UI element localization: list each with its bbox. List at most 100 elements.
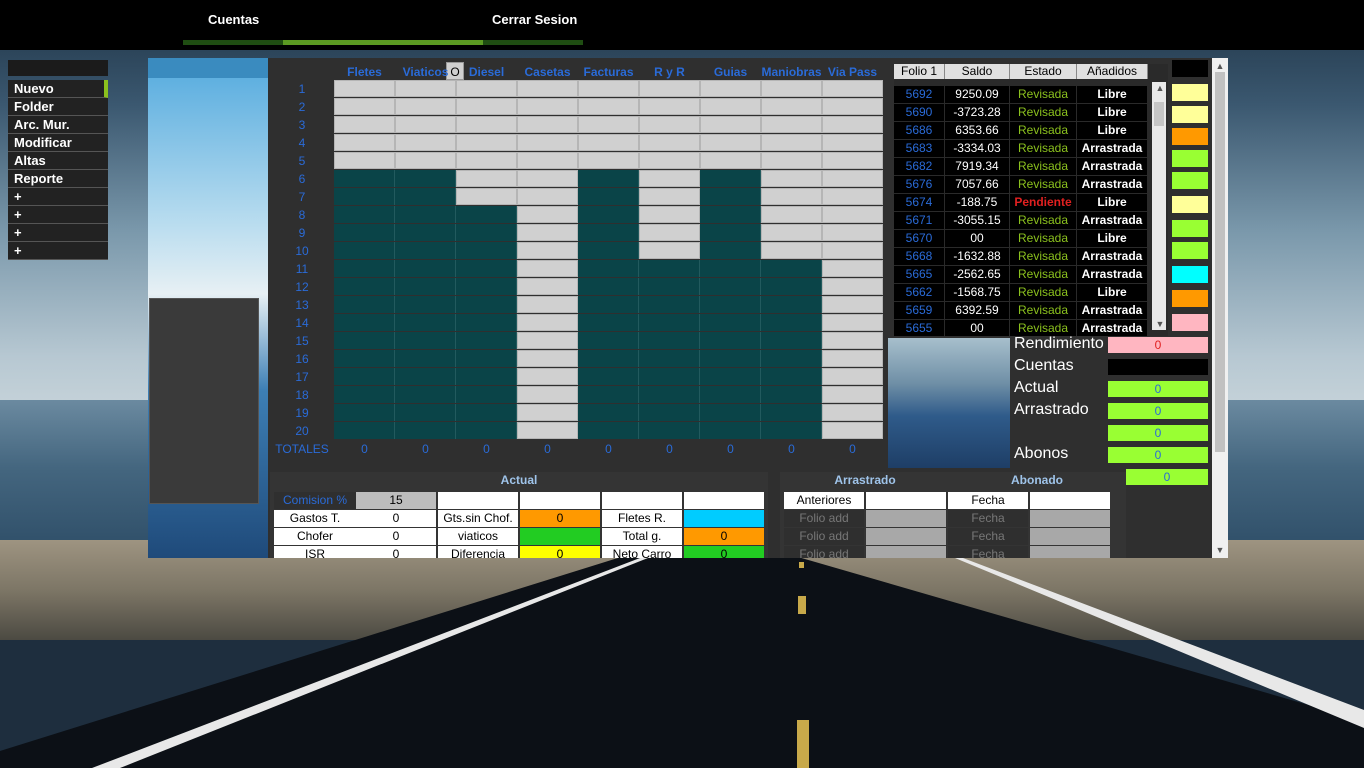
grid-cell[interactable] [517, 188, 578, 205]
folio-table-header[interactable]: Folio 1 [894, 64, 945, 79]
grid-cell[interactable] [639, 116, 700, 133]
grid-cell[interactable] [517, 422, 578, 439]
grid-cell[interactable] [517, 314, 578, 331]
grid-cell[interactable] [639, 278, 700, 295]
folio-table-header[interactable]: Saldo [945, 64, 1010, 79]
grid-cell[interactable] [639, 332, 700, 349]
color-swatch[interactable] [1172, 314, 1208, 331]
grid-cell[interactable] [822, 278, 883, 295]
color-swatch[interactable] [1172, 84, 1208, 101]
grid-cell[interactable] [761, 296, 822, 313]
grid-cell[interactable] [334, 314, 395, 331]
grid-cell[interactable] [456, 314, 517, 331]
grid-cell[interactable] [639, 224, 700, 241]
menu-item-nuevo[interactable]: Nuevo [8, 80, 108, 98]
grid-cell[interactable] [395, 170, 456, 187]
grid-cell[interactable] [639, 206, 700, 223]
arrastrado-amount[interactable] [866, 528, 946, 545]
grid-cell[interactable] [761, 170, 822, 187]
grid-cell[interactable] [395, 80, 456, 97]
grid-cell[interactable] [456, 224, 517, 241]
grid-cell[interactable] [456, 206, 517, 223]
grid-cell[interactable] [334, 224, 395, 241]
grid-cell[interactable] [578, 278, 639, 295]
grid-cell[interactable] [578, 170, 639, 187]
grid-cell[interactable] [700, 206, 761, 223]
grid-cell[interactable] [639, 170, 700, 187]
folio-row[interactable]: 5671 -3055.15 Revisada Arrastrada [894, 212, 1150, 229]
grid-cell[interactable] [334, 404, 395, 421]
grid-cell[interactable] [456, 404, 517, 421]
color-swatch[interactable] [1172, 150, 1208, 167]
abonado-amount[interactable] [1030, 528, 1110, 545]
grid-cell[interactable] [761, 314, 822, 331]
grid-cell[interactable] [517, 98, 578, 115]
grid-cell[interactable] [517, 134, 578, 151]
grid-cell[interactable] [456, 422, 517, 439]
arrastrado-amount[interactable] [866, 510, 946, 527]
grid-cell[interactable] [822, 314, 883, 331]
grid-cell[interactable] [700, 314, 761, 331]
grid-cell[interactable] [456, 116, 517, 133]
page-scroll-up-arrow[interactable]: ▲ [1212, 60, 1228, 72]
page-scroll-thumb[interactable] [1215, 72, 1225, 452]
grid-cell[interactable] [578, 350, 639, 367]
grid-cell[interactable] [334, 386, 395, 403]
grid-cell[interactable] [700, 80, 761, 97]
grid-cell[interactable] [639, 368, 700, 385]
grid-cell[interactable] [761, 386, 822, 403]
grid-cell[interactable] [700, 422, 761, 439]
grid-cell[interactable] [334, 242, 395, 259]
grid-cell[interactable] [700, 260, 761, 277]
folio-row[interactable]: 5668 -1632.88 Revisada Arrastrada [894, 248, 1150, 265]
grid-cell[interactable] [822, 332, 883, 349]
color-swatch[interactable] [1172, 128, 1208, 145]
grid-cell[interactable] [761, 206, 822, 223]
fecha-input[interactable]: Fecha [948, 510, 1028, 527]
grid-cell[interactable] [456, 368, 517, 385]
grid-cell[interactable] [822, 386, 883, 403]
grid-cell[interactable] [395, 134, 456, 151]
grid-cell[interactable] [822, 350, 883, 367]
grid-cell[interactable] [761, 224, 822, 241]
grid-cell[interactable] [334, 296, 395, 313]
folio-add-input[interactable]: Folio add [784, 546, 864, 558]
abonado-amount[interactable] [1030, 546, 1110, 558]
grid-cell[interactable] [517, 242, 578, 259]
grid-cell[interactable] [761, 260, 822, 277]
grid-cell[interactable] [700, 152, 761, 169]
grid-cell[interactable] [395, 260, 456, 277]
folio-row[interactable]: 5692 9250.09 Revisada Libre [894, 86, 1150, 103]
grid-cell[interactable] [639, 98, 700, 115]
menu-item-add-3[interactable]: + [8, 224, 108, 242]
grid-cell[interactable] [700, 368, 761, 385]
grid-cell[interactable] [334, 98, 395, 115]
grid-cell[interactable] [639, 314, 700, 331]
grid-cell[interactable] [578, 386, 639, 403]
grid-cell[interactable] [334, 422, 395, 439]
grid-cell[interactable] [761, 152, 822, 169]
grid-cell[interactable] [822, 242, 883, 259]
grid-cell[interactable] [761, 278, 822, 295]
grid-cell[interactable] [456, 98, 517, 115]
grid-cell[interactable] [456, 350, 517, 367]
grid-cell[interactable] [517, 278, 578, 295]
grid-cell[interactable] [395, 98, 456, 115]
grid-cell[interactable] [639, 242, 700, 259]
folio-table-scrollbar[interactable]: ▲ ▼ [1152, 82, 1166, 330]
grid-cell[interactable] [700, 386, 761, 403]
menu-item-add-1[interactable]: + [8, 188, 108, 206]
grid-cell[interactable] [761, 368, 822, 385]
grid-cell[interactable] [578, 242, 639, 259]
grid-cell[interactable] [395, 242, 456, 259]
grid-cell[interactable] [578, 404, 639, 421]
grid-cell[interactable] [517, 206, 578, 223]
folio-row[interactable]: 5670 00 Revisada Libre [894, 230, 1150, 247]
grid-cell[interactable] [578, 314, 639, 331]
grid-cell[interactable] [700, 350, 761, 367]
menu-item-add-4[interactable]: + [8, 242, 108, 260]
grid-cell[interactable] [334, 80, 395, 97]
grid-cell[interactable] [639, 386, 700, 403]
grid-cell[interactable] [578, 80, 639, 97]
grid-cell[interactable] [578, 422, 639, 439]
